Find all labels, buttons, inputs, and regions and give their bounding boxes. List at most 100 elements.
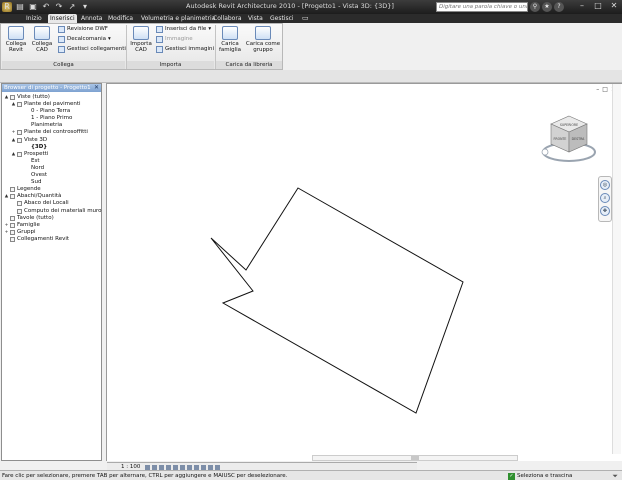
ribbon-minimize-icon[interactable]: ▭ bbox=[302, 14, 309, 23]
tree-item[interactable]: ▲ Viste 3D bbox=[2, 137, 101, 144]
open-icon[interactable]: ▤ bbox=[15, 2, 25, 12]
tree-item[interactable]: 0 - Piano Terra bbox=[2, 108, 101, 115]
tree-item[interactable]: Nord bbox=[2, 165, 101, 172]
tree-item[interactable]: Collegamenti Revit bbox=[2, 236, 101, 243]
options-bar bbox=[0, 70, 622, 83]
window-title: Autodesk Revit Architecture 2010 - [Prog… bbox=[186, 2, 394, 10]
gestisci-collegamenti-button[interactable]: Gestisci collegamenti bbox=[58, 45, 126, 54]
quick-access-toolbar: R ▤ ▣ ↶ ↷ ↗ ▾ bbox=[2, 1, 90, 13]
carica-famiglia-label: Carica famiglia bbox=[218, 41, 242, 53]
tab-inserisci[interactable]: Inserisci bbox=[48, 14, 77, 23]
filter-icon[interactable]: ⏷ bbox=[612, 472, 618, 480]
favorites-icon[interactable]: ★ bbox=[542, 2, 552, 12]
tree-item[interactable]: ▲ Prospetti bbox=[2, 151, 101, 158]
viewcube[interactable]: SUPERIORE FRONTE DESTRA bbox=[539, 108, 599, 164]
tree-item-label: Tavole (tutto) bbox=[17, 214, 54, 221]
revisione-dwf-button[interactable]: Revisione DWF bbox=[58, 25, 108, 34]
panel-label-collega: Collega bbox=[2, 61, 125, 69]
tree-item[interactable]: + Piante dei controsoffitti bbox=[2, 129, 101, 136]
tree-item[interactable]: {3D} bbox=[2, 144, 101, 151]
tree-item[interactable]: + Gruppi bbox=[2, 229, 101, 236]
collega-revit-button[interactable]: Collega Revit bbox=[3, 26, 29, 53]
tree-item-label: Famiglie bbox=[17, 221, 40, 228]
help-icon[interactable]: ? bbox=[554, 2, 564, 12]
save-icon[interactable]: ▣ bbox=[28, 2, 38, 12]
redo-icon[interactable]: ↷ bbox=[54, 2, 64, 12]
maximize-button[interactable]: □ bbox=[590, 0, 606, 12]
undo-icon[interactable]: ↶ bbox=[41, 2, 51, 12]
zoom-icon[interactable]: ⌕ bbox=[600, 193, 610, 203]
importa-cad-button[interactable]: Importa CAD bbox=[129, 26, 153, 53]
close-icon[interactable]: ✕ bbox=[94, 84, 99, 92]
decal-icon bbox=[58, 36, 65, 43]
model-outline[interactable] bbox=[210, 187, 464, 414]
inserisci-da-file-button[interactable]: Inserisci da file ▾ bbox=[156, 25, 211, 34]
checkbox-icon[interactable]: ✓ bbox=[508, 472, 515, 480]
search-input[interactable]: Digitare una parola chiave o una frase bbox=[436, 2, 528, 12]
tab-modifica[interactable]: Modifica bbox=[108, 14, 133, 23]
title-bar: R ▤ ▣ ↶ ↷ ↗ ▾ Autodesk Revit Architectur… bbox=[0, 0, 622, 14]
tree-item[interactable]: Tavole (tutto) bbox=[2, 215, 101, 222]
tree-item[interactable]: Abaco dei Locali bbox=[2, 200, 101, 207]
tab-collabora[interactable]: Collabora bbox=[213, 14, 242, 23]
scrollbar-thumb[interactable] bbox=[411, 456, 419, 460]
revisione-dwf-label: Revisione DWF bbox=[67, 26, 108, 32]
tree-item[interactable]: ▲ Abachi/Quantità bbox=[2, 193, 101, 200]
expand-icon[interactable]: + bbox=[4, 222, 9, 229]
tree-item[interactable]: 1 - Piano Primo bbox=[2, 115, 101, 122]
load-group-icon bbox=[255, 26, 271, 40]
tree-item[interactable]: Computo dei materiali muro bbox=[2, 208, 102, 215]
tree-item[interactable]: ▲ Viste (tutto) bbox=[2, 94, 101, 101]
tree-item[interactable]: Planimetria bbox=[2, 122, 101, 129]
tree-item[interactable]: + Famiglie bbox=[2, 222, 101, 229]
carica-famiglia-button[interactable]: Carica famiglia bbox=[217, 26, 243, 53]
expand-icon[interactable]: + bbox=[4, 229, 9, 236]
tree-item[interactable]: Ovest bbox=[2, 172, 101, 179]
tree-item-icon bbox=[17, 208, 22, 214]
collapse-icon[interactable]: ▲ bbox=[11, 151, 16, 158]
panel-label-importa: Importa bbox=[127, 61, 214, 69]
app-menu-button[interactable]: R bbox=[2, 2, 12, 12]
minimize-button[interactable]: – bbox=[574, 0, 590, 12]
pan-icon[interactable]: ✥ bbox=[600, 206, 610, 216]
viewcube-right-label: DESTRA bbox=[572, 137, 586, 141]
tab-volumetria[interactable]: Volumetria e planimetria bbox=[141, 14, 215, 23]
carica-come-gruppo-button[interactable]: Carica come gruppo bbox=[245, 26, 281, 53]
decalcomania-button[interactable]: Decalcomania ▾ bbox=[58, 35, 111, 44]
tree-item[interactable]: Sud bbox=[2, 179, 101, 186]
steering-wheel-icon[interactable]: ◎ bbox=[600, 180, 610, 190]
select-drag-option[interactable]: ✓ Seleziona e trascina bbox=[508, 471, 572, 480]
collapse-icon[interactable]: ▲ bbox=[11, 101, 16, 108]
tree-item-label: Ovest bbox=[31, 172, 47, 179]
infocenter-icons: ⚲ ★ ? bbox=[530, 2, 564, 12]
decalcomania-label: Decalcomania bbox=[67, 36, 107, 42]
close-button[interactable]: ✕ bbox=[606, 0, 622, 12]
collapse-icon[interactable]: ▲ bbox=[11, 137, 16, 144]
project-browser-header: Browser di progetto - Progetto1 ✕ bbox=[2, 84, 101, 92]
immagine-button[interactable]: Immagine bbox=[156, 35, 193, 44]
drawing-area[interactable]: – □ ✕ SUPERIORE FRONTE DESTRA ◎ ⌕ ✥ 1 : … bbox=[106, 83, 622, 471]
home-icon[interactable] bbox=[541, 148, 549, 156]
model-view[interactable] bbox=[107, 84, 612, 462]
importa-cad-label: Importa CAD bbox=[130, 41, 152, 53]
collega-cad-button[interactable]: Collega CAD bbox=[31, 26, 53, 53]
horizontal-scrollbar[interactable] bbox=[312, 455, 518, 461]
vertical-scrollbar[interactable] bbox=[612, 84, 621, 454]
search-icon[interactable]: ⚲ bbox=[530, 2, 540, 12]
measure-icon[interactable]: ↗ bbox=[67, 2, 77, 12]
tab-inizio[interactable]: Inizio bbox=[26, 14, 42, 23]
tree-item[interactable]: ▲ Piante dei pavimenti bbox=[2, 101, 101, 108]
expand-icon[interactable]: + bbox=[11, 129, 16, 136]
collapse-icon[interactable]: ▲ bbox=[4, 94, 9, 101]
tab-annota[interactable]: Annota bbox=[81, 14, 102, 23]
tree-item-label: Abaco dei Locali bbox=[24, 200, 69, 207]
tab-vista[interactable]: Vista bbox=[248, 14, 263, 23]
tree-item[interactable]: Est bbox=[2, 158, 101, 165]
tree-item-icon bbox=[10, 229, 15, 235]
gestisci-immagini-button[interactable]: Gestisci immagini bbox=[156, 45, 214, 54]
collapse-icon[interactable]: ▲ bbox=[4, 193, 9, 200]
status-message: Fare clic per selezionare, premere TAB p… bbox=[2, 473, 288, 479]
tab-gestisci[interactable]: Gestisci bbox=[270, 14, 294, 23]
qat-dropdown-icon[interactable]: ▾ bbox=[80, 2, 90, 12]
gestisci-immagini-label: Gestisci immagini bbox=[165, 46, 215, 52]
